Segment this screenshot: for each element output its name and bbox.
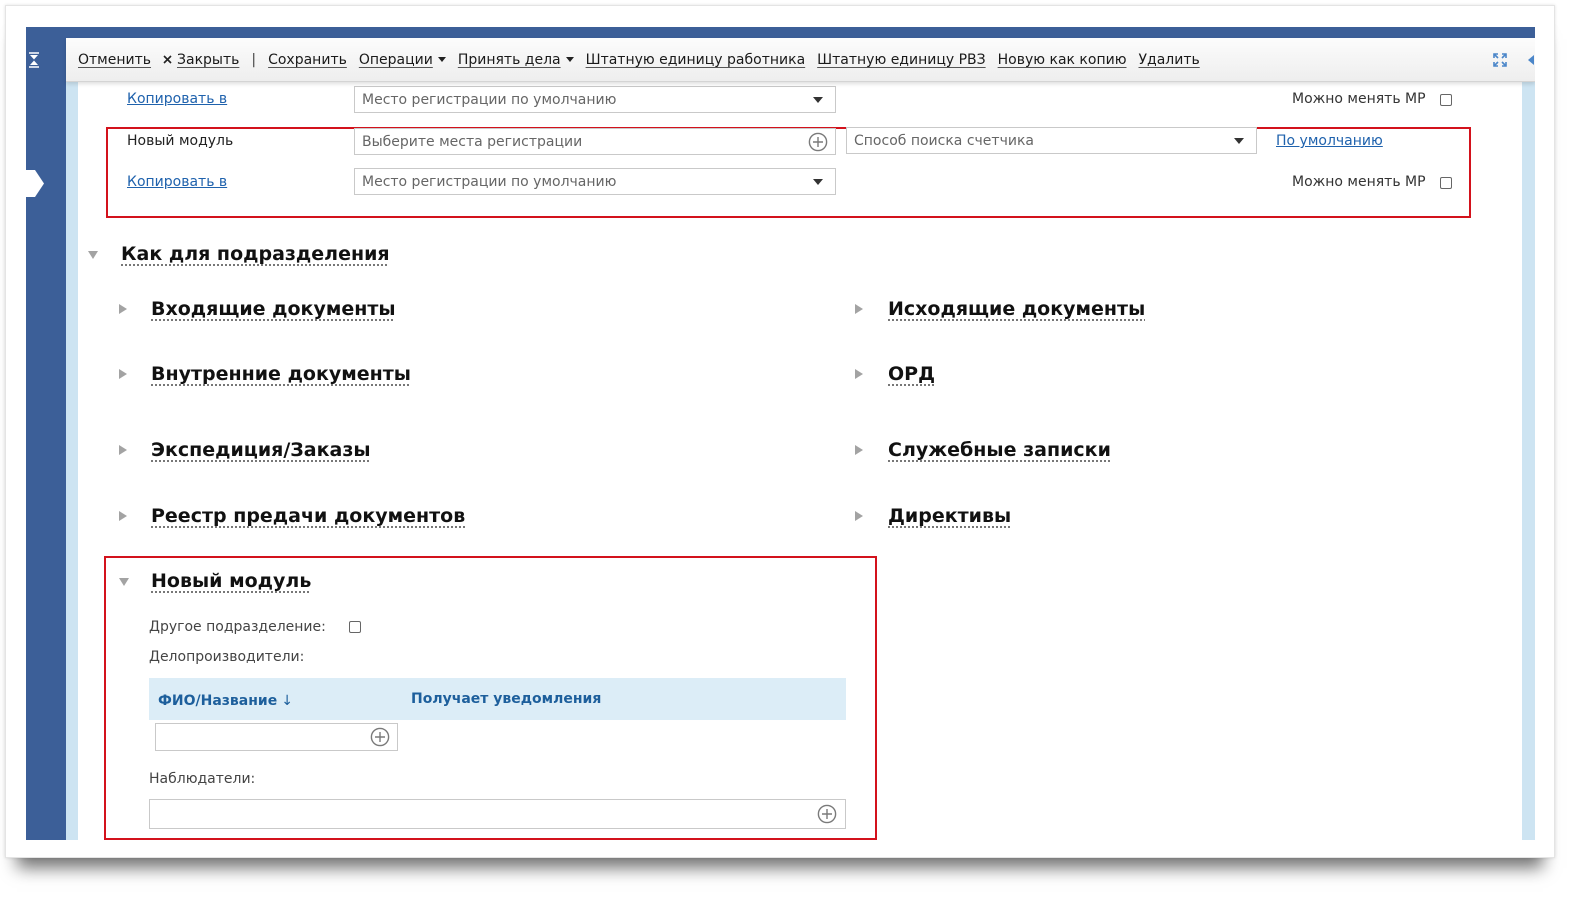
content-border-right	[1522, 82, 1535, 840]
expand-arrow-icon[interactable]	[855, 304, 863, 314]
caret-down-icon	[565, 57, 574, 62]
subsection-transfer-registry[interactable]: Реестр предачи документов	[151, 503, 465, 529]
app-window: Отменить Закрыть | Сохранить Операции Пр…	[26, 27, 1535, 840]
collapse-arrow-icon[interactable]	[119, 578, 129, 586]
new-module-label: Новый модуль	[127, 133, 234, 149]
column-header-name[interactable]: ФИО/Название ↓	[158, 691, 293, 711]
top-bar	[26, 27, 1535, 38]
collapse-arrow-icon[interactable]	[88, 251, 98, 259]
content-border-left	[66, 82, 78, 840]
new-as-copy-button[interactable]: Новую как копию	[998, 50, 1127, 70]
delete-button[interactable]: Удалить	[1139, 50, 1200, 70]
new-as-copy-label: Новую как копию	[997, 51, 1127, 68]
registration-places-input[interactable]	[355, 129, 835, 154]
chevron-down-icon	[813, 179, 823, 185]
delete-button-label: Удалить	[1138, 51, 1200, 68]
observers-label: Наблюдатели:	[149, 771, 256, 787]
subsection-outgoing-documents[interactable]: Исходящие документы	[888, 296, 1145, 322]
chevron-down-icon	[1234, 138, 1244, 144]
expand-arrow-icon[interactable]	[855, 445, 863, 455]
copy-to-link[interactable]: Копировать в	[127, 172, 227, 192]
select-value: Место регистрации по умолчанию	[362, 174, 617, 190]
staff-unit-rvz-button[interactable]: Штатную единицу РВЗ	[817, 50, 985, 70]
expand-arrow-icon[interactable]	[119, 511, 127, 521]
other-department-checkbox[interactable]	[349, 621, 361, 633]
can-change-mr-checkbox[interactable]	[1440, 177, 1452, 189]
collapse-sidebar-icon[interactable]	[29, 52, 39, 68]
add-circle-icon[interactable]	[808, 132, 828, 152]
expand-arrow-icon[interactable]	[855, 369, 863, 379]
expand-arrow-icon[interactable]	[119, 369, 127, 379]
add-circle-icon[interactable]	[370, 727, 390, 747]
observers-field	[149, 799, 846, 829]
close-button[interactable]: Закрыть	[163, 50, 239, 70]
arrow-left-icon[interactable]	[1528, 55, 1534, 65]
registration-places-field	[354, 128, 836, 155]
clerks-table-header: ФИО/Название ↓ Получает уведомления	[149, 678, 846, 720]
operations-menu-label: Операции	[358, 51, 433, 68]
default-link[interactable]: По умолчанию	[1276, 131, 1383, 151]
cancel-button-label: Отменить	[78, 51, 152, 68]
clerk-input[interactable]	[156, 724, 397, 750]
add-circle-icon[interactable]	[817, 804, 837, 824]
subsection-ord[interactable]: ОРД	[888, 361, 935, 387]
column-header-name-label: ФИО/Название	[158, 693, 278, 709]
caret-down-icon	[437, 57, 446, 62]
counter-search-select[interactable]: Способ поиска счетчика	[846, 127, 1257, 154]
column-header-notifications[interactable]: Получает уведомления	[411, 689, 601, 709]
chevron-down-icon	[813, 97, 823, 103]
other-department-label: Другое подразделение:	[149, 619, 326, 635]
fullscreen-icon[interactable]	[1493, 53, 1507, 67]
select-value: Способ поиска счетчика	[854, 133, 1034, 149]
section-title-department[interactable]: Как для подразделения	[121, 241, 390, 267]
can-change-mr-checkbox[interactable]	[1440, 94, 1452, 106]
subsection-expedition-orders[interactable]: Экспедиция/Заказы	[151, 437, 371, 463]
sidebar-tab-arrow-icon[interactable]	[26, 170, 44, 197]
toolbar: Отменить Закрыть | Сохранить Операции Пр…	[66, 38, 1535, 82]
accept-cases-menu-label: Принять дела	[457, 51, 561, 68]
save-button[interactable]: Сохранить	[268, 50, 347, 70]
staff-unit-employee-button[interactable]: Штатную единицу работника	[586, 50, 806, 70]
copy-to-link[interactable]: Копировать в	[127, 89, 227, 109]
clerks-label: Делопроизводители:	[149, 649, 305, 665]
toolbar-separator: |	[251, 51, 257, 68]
sort-descending-icon: ↓	[281, 693, 293, 709]
observers-input[interactable]	[150, 800, 845, 828]
accept-cases-menu-button[interactable]: Принять дела	[458, 50, 574, 70]
expand-arrow-icon[interactable]	[119, 445, 127, 455]
staff-unit-employee-label: Штатную единицу работника	[585, 51, 806, 68]
subsection-incoming-documents[interactable]: Входящие документы	[151, 296, 396, 322]
staff-unit-rvz-label: Штатную единицу РВЗ	[817, 51, 986, 68]
registration-place-select[interactable]: Место регистрации по умолчанию	[354, 86, 836, 113]
clerk-add-field	[155, 723, 398, 751]
save-button-label: Сохранить	[268, 51, 347, 68]
sidebar	[26, 27, 66, 840]
close-button-label: Закрыть	[177, 51, 240, 68]
section-title-new-module[interactable]: Новый модуль	[151, 568, 311, 594]
operations-menu-button[interactable]: Операции	[359, 50, 446, 70]
subsection-memos[interactable]: Служебные записки	[888, 437, 1111, 463]
expand-arrow-icon[interactable]	[119, 304, 127, 314]
can-change-mr-label: Можно менять МР	[1292, 174, 1426, 190]
cancel-button[interactable]: Отменить	[78, 50, 151, 70]
expand-arrow-icon[interactable]	[855, 511, 863, 521]
registration-place-select[interactable]: Место регистрации по умолчанию	[354, 168, 836, 195]
close-icon	[163, 55, 172, 64]
select-value: Место регистрации по умолчанию	[362, 92, 617, 108]
subsection-directives[interactable]: Директивы	[888, 503, 1011, 529]
subsection-internal-documents[interactable]: Внутренние документы	[151, 361, 411, 387]
can-change-mr-label: Можно менять МР	[1292, 91, 1426, 107]
